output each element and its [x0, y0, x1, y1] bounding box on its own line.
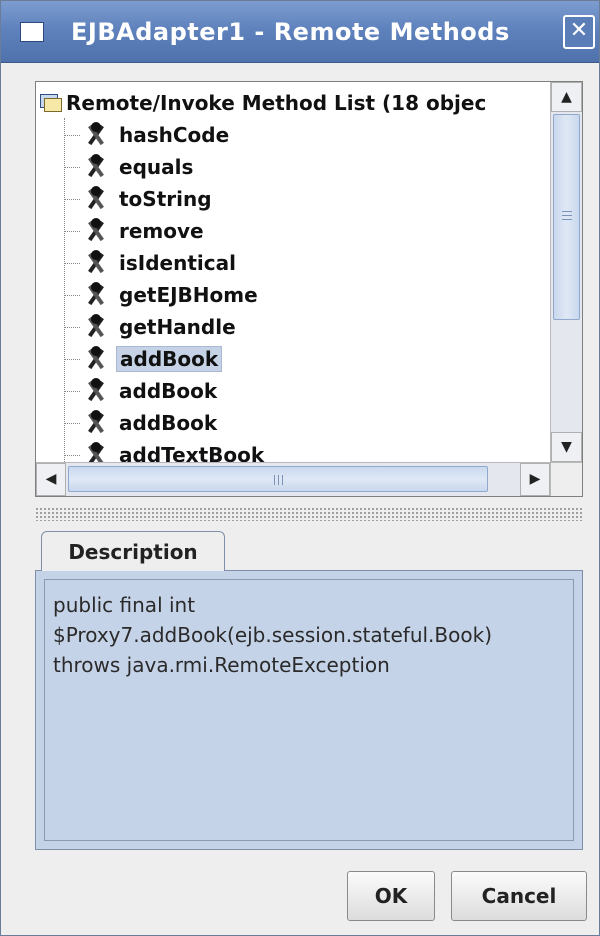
description-line: $Proxy7.addBook(ejb.session.stateful.Boo… — [53, 623, 492, 647]
tree-root-label: Remote/Invoke Method List (18 objec — [66, 91, 487, 115]
method-icon — [82, 186, 110, 212]
method-icon — [82, 250, 110, 276]
tree-item-label: isIdentical — [119, 251, 236, 275]
tree-connector-line — [64, 326, 80, 328]
method-icon — [82, 410, 110, 436]
window-menu-icon[interactable] — [21, 23, 43, 41]
tree-connector-line — [64, 294, 80, 296]
description-line: throws java.rmi.RemoteException — [53, 653, 390, 677]
vertical-scrollbar[interactable]: ▲ ▼ — [550, 82, 582, 462]
method-icon — [82, 346, 110, 372]
tree-connector-line — [64, 422, 80, 424]
description-text: public final int $Proxy7.addBook(ejb.ses… — [44, 579, 574, 841]
tree-item-method[interactable]: toString — [64, 184, 215, 214]
tree-item-method[interactable]: remove — [64, 216, 207, 246]
scroll-up-arrow-icon[interactable]: ▲ — [551, 82, 582, 112]
tree-item-label: getEJBHome — [119, 283, 258, 307]
vertical-scroll-thumb[interactable] — [553, 114, 580, 320]
method-icon — [82, 282, 110, 308]
horizontal-scrollbar[interactable]: ◀ ▶ — [36, 462, 550, 496]
tree-item-label: addBook — [116, 346, 223, 372]
scroll-right-arrow-icon[interactable]: ▶ — [520, 463, 550, 496]
grip-icon — [274, 475, 275, 485]
tree-item-method[interactable]: addTextBook — [64, 440, 267, 462]
method-icon — [82, 218, 110, 244]
window-title: EJBAdapter1 - Remote Methods — [71, 18, 510, 46]
tree-item-label: equals — [119, 155, 194, 179]
tree-item-method[interactable]: addBook — [64, 376, 220, 406]
tree-item-label: hashCode — [119, 123, 230, 147]
method-icon — [82, 122, 110, 148]
method-icon — [82, 442, 110, 462]
method-tree[interactable]: Remote/Invoke Method List (18 objec hash… — [36, 82, 550, 462]
tab-description[interactable]: Description — [41, 531, 225, 571]
scroll-left-arrow-icon[interactable]: ◀ — [36, 463, 66, 496]
tree-item-label: getHandle — [119, 315, 236, 339]
tab-description-label: Description — [68, 539, 198, 564]
remote-methods-dialog: EJBAdapter1 - Remote Methods ✕ Remote/In… — [0, 0, 600, 936]
title-bar[interactable]: EJBAdapter1 - Remote Methods ✕ — [1, 1, 599, 63]
tree-item-label: remove — [119, 219, 204, 243]
tree-item-label: addBook — [119, 411, 218, 435]
tree-item-method[interactable]: hashCode — [64, 120, 232, 150]
method-icon — [82, 378, 110, 404]
tree-connector-line — [64, 134, 80, 136]
tree-root[interactable]: Remote/Invoke Method List (18 objec — [40, 88, 486, 118]
method-icon — [82, 154, 110, 180]
ok-button[interactable]: OK — [347, 871, 435, 921]
horizontal-scroll-thumb[interactable] — [68, 466, 488, 492]
scroll-corner — [550, 462, 582, 496]
cancel-button[interactable]: Cancel — [451, 871, 587, 921]
method-icon — [82, 314, 110, 340]
description-line: public final int — [53, 593, 196, 617]
list-folder-icon — [40, 94, 62, 112]
tree-item-method[interactable]: isIdentical — [64, 248, 239, 278]
tree-item-label: toString — [119, 187, 212, 211]
tree-item-label: addBook — [119, 379, 218, 403]
tree-connector-line — [64, 166, 80, 168]
tree-item-method[interactable]: addBook — [64, 408, 220, 438]
tree-item-method[interactable]: getHandle — [64, 312, 239, 342]
close-icon[interactable]: ✕ — [563, 15, 595, 49]
tree-item-method[interactable]: equals — [64, 152, 196, 182]
tree-connector-line — [64, 454, 80, 456]
split-pane-divider[interactable] — [35, 507, 583, 521]
description-panel: public final int $Proxy7.addBook(ejb.ses… — [35, 570, 583, 850]
tree-item-method[interactable]: addBook — [64, 344, 223, 374]
tree-item-label: addTextBook — [119, 443, 265, 462]
tree-item-method[interactable]: getEJBHome — [64, 280, 261, 310]
tree-connector-line — [64, 390, 80, 392]
tree-connector-line — [64, 358, 80, 360]
scroll-down-arrow-icon[interactable]: ▼ — [551, 432, 582, 462]
tree-connector-line — [64, 230, 80, 232]
grip-icon — [562, 211, 572, 212]
tree-connector-line — [64, 198, 80, 200]
method-tree-panel: Remote/Invoke Method List (18 objec hash… — [35, 81, 583, 497]
tree-connector-line — [64, 262, 80, 264]
